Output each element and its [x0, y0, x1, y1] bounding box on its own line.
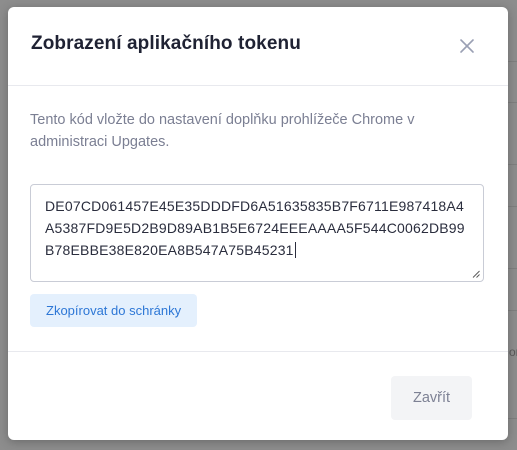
- modal-title: Zobrazení aplikačního tokenu: [31, 33, 301, 54]
- modal-description: Tento kód vložte do nastavení doplňku pr…: [30, 112, 415, 150]
- background-divider: [508, 418, 517, 419]
- background-divider: [508, 61, 517, 62]
- copy-to-clipboard-button[interactable]: Zkopírovat do schránky: [30, 294, 198, 327]
- background-edge-text: or: [509, 345, 517, 359]
- modal-footer: Zavřít: [8, 351, 508, 440]
- token-textarea[interactable]: DE07CD061457E45E35DDDFD6A51635835B7F6711…: [30, 184, 484, 282]
- token-line: DE07CD061457E45E35DDDFD6A51635835B7F6711…: [45, 198, 456, 214]
- background-divider: [508, 310, 517, 311]
- close-icon[interactable]: [456, 35, 478, 57]
- background-divider: [508, 102, 517, 103]
- close-button[interactable]: Zavřít: [391, 376, 472, 420]
- text-caret: [294, 242, 296, 258]
- token-modal: Zobrazení aplikačního tokenu Tento kód v…: [8, 7, 508, 440]
- background-divider: [508, 268, 517, 269]
- background-divider: [508, 164, 517, 165]
- modal-body: Tento kód vložte do nastavení doplňku pr…: [8, 86, 508, 351]
- resize-grip-icon[interactable]: [472, 270, 480, 278]
- modal-header: Zobrazení aplikačního tokenu: [8, 7, 508, 86]
- background-divider: [508, 206, 517, 207]
